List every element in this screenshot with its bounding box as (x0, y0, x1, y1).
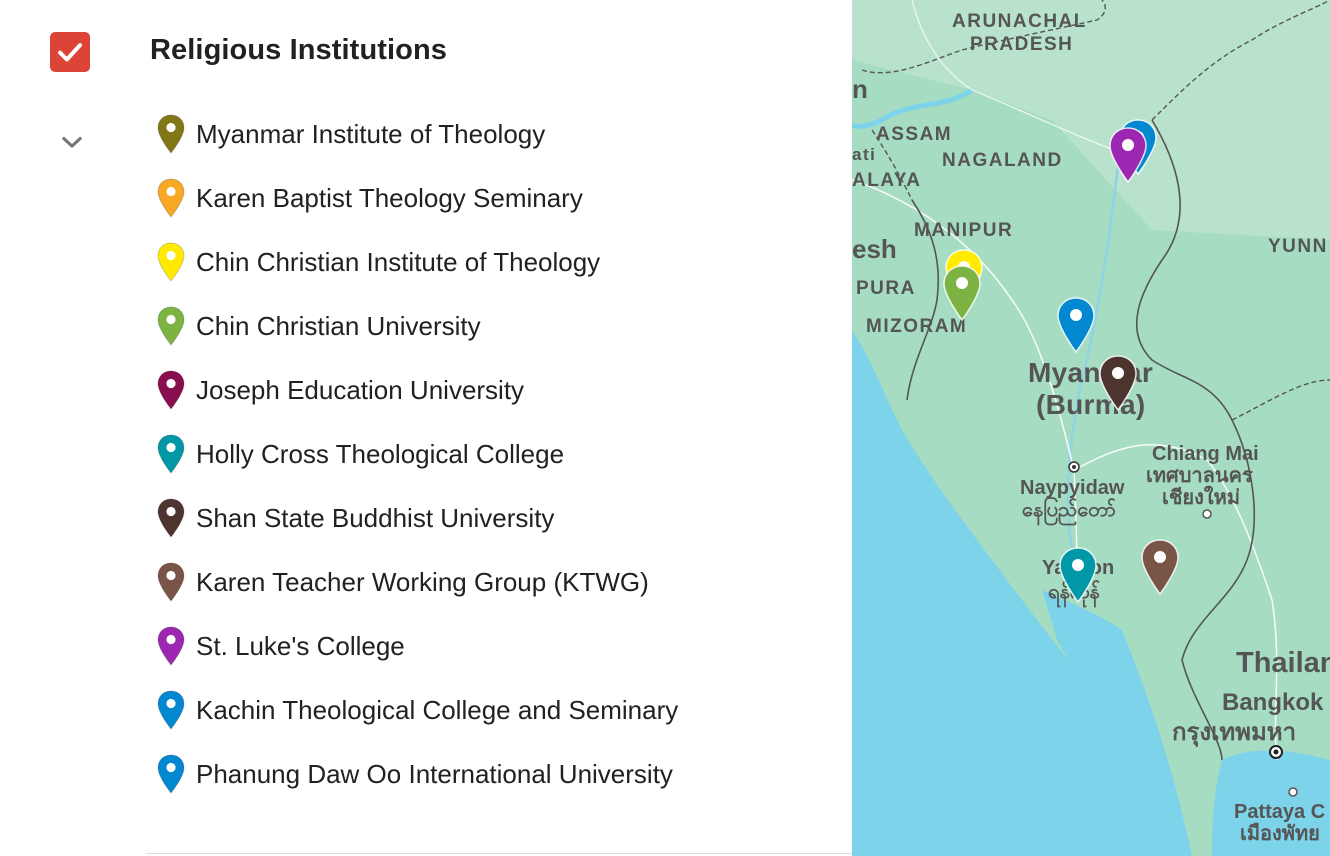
map-label-tripura: PURA (856, 278, 916, 299)
layer-item-label: Shan State Buddhist University (196, 502, 555, 533)
map-label-chiangmai-th: เทศบาลนคร (1146, 465, 1253, 487)
layer-item[interactable]: Chin Christian Institute of Theology (152, 230, 802, 294)
layer-title: Religious Institutions (150, 34, 448, 66)
map-label-chiangmai: Chiang Mai (1152, 443, 1259, 465)
map-canvas[interactable]: ARUNACHAL PRADESH n ASSAM NAGALAND ati A… (852, 0, 1330, 856)
layer-item-label: St. Luke's College (196, 630, 405, 661)
capital-dot-center (1072, 465, 1076, 469)
map-pin-icon (152, 560, 190, 604)
layer-item[interactable]: Joseph Education University (152, 358, 802, 422)
map-pin-icon (152, 240, 190, 284)
layer-item[interactable]: Shan State Buddhist University (152, 486, 802, 550)
layer-item[interactable]: St. Luke's College (152, 614, 802, 678)
layer-item[interactable]: Phanung Daw Oo International University (152, 742, 802, 806)
map-label-assam: ASSAM (876, 124, 952, 145)
layer-item[interactable]: Chin Christian University (152, 294, 802, 358)
capital-dot-center (1273, 749, 1279, 755)
map-label-chiangmai-th2: เชียงใหม่ (1162, 485, 1240, 509)
map-label-thailand: Thailan (1236, 647, 1330, 679)
map-pin-icon (152, 624, 190, 668)
map-label-naypyidaw: Naypyidaw (1020, 477, 1125, 499)
layer-item-label: Karen Teacher Working Group (KTWG) (196, 566, 649, 597)
layer-item[interactable]: Holly Cross Theological College (152, 422, 802, 486)
map-label-yunnan: YUNN (1268, 236, 1328, 257)
chevron-down-icon (62, 136, 82, 148)
layer-item-label: Karen Baptist Theology Seminary (196, 182, 583, 213)
map-label-edge: n (852, 74, 868, 104)
map-pin-icon (152, 176, 190, 220)
layer-item-label: Joseph Education University (196, 374, 525, 405)
map-label-nagaland: NAGALAND (942, 150, 1063, 171)
map-pin-icon (152, 112, 190, 156)
collapse-toggle[interactable] (58, 128, 86, 156)
layer-item-label: Holly Cross Theological College (196, 438, 565, 469)
map-label-manipur: MANIPUR (914, 220, 1013, 241)
layer-item-label: Phanung Daw Oo International University (196, 758, 673, 789)
map-label-pattaya: Pattaya C (1234, 801, 1325, 823)
layer-item-label: Kachin Theological College and Seminary (196, 694, 679, 725)
layer-item[interactable]: Karen Teacher Working Group (KTWG) (152, 550, 802, 614)
map-pin-icon (152, 304, 190, 348)
map-label-tip: ati (852, 145, 876, 164)
map-label-bangladesh: esh (852, 234, 897, 264)
layer-item[interactable]: Kachin Theological College and Seminary (152, 678, 802, 742)
checkmark-icon (58, 43, 82, 62)
layer-item-label: Myanmar Institute of Theology (196, 118, 546, 149)
map-pin-icon (152, 752, 190, 796)
map-label-mizoram: MIZORAM (866, 316, 967, 337)
map-pin-icon (152, 432, 190, 476)
layer-item-label: Chin Christian University (196, 310, 481, 341)
divider (146, 853, 852, 854)
layer-item-label: Chin Christian Institute of Theology (196, 246, 601, 277)
layer-panel: Religious Institutions Myanmar Institute… (0, 0, 852, 856)
map-view[interactable]: ARUNACHAL PRADESH n ASSAM NAGALAND ati A… (852, 0, 1330, 856)
layer-checkbox[interactable] (50, 32, 90, 72)
map-pin-icon (152, 368, 190, 412)
map-label-pradesh: PRADESH (970, 34, 1073, 55)
map-label-pattaya-th: เมืองพัทย (1240, 822, 1320, 845)
map-label-arunachal: ARUNACHAL (952, 11, 1087, 32)
map-pin-icon (152, 688, 190, 732)
city-dot (1288, 787, 1298, 797)
map-label-meghalaya: ALAYA (852, 170, 921, 191)
layer-item[interactable]: Karen Baptist Theology Seminary (152, 166, 802, 230)
map-pin-icon (152, 496, 190, 540)
city-dot (1202, 509, 1212, 519)
map-label-bangkok: Bangkok (1222, 689, 1324, 716)
layer-item[interactable]: Myanmar Institute of Theology (152, 102, 802, 166)
map-label-bangkok-th: กรุงเทพมหา (1172, 719, 1296, 748)
